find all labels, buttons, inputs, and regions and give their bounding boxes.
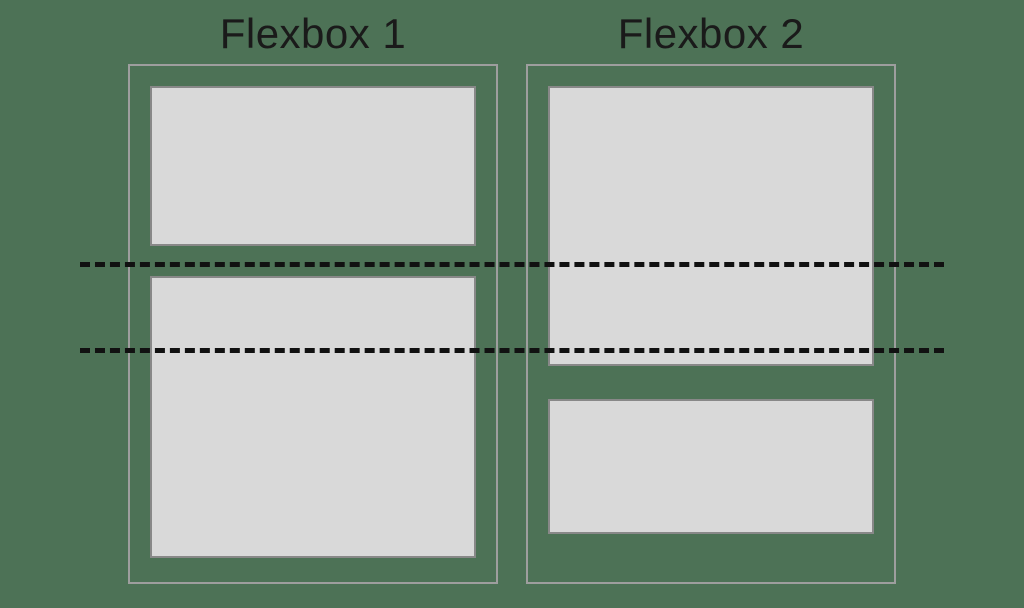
diagram-wrapper: Flexbox 1 Flexbox 2 [128, 10, 896, 584]
flexbox-1-item-bottom [150, 276, 476, 558]
flexbox-2-column: Flexbox 2 [526, 10, 896, 584]
flexbox-2-item-top [548, 86, 874, 366]
flexbox-2-container [526, 64, 896, 584]
flexbox-1-title: Flexbox 1 [220, 10, 407, 58]
flexbox-2-item-bottom [548, 399, 874, 534]
flexbox-1-item-top [150, 86, 476, 246]
flexbox-2-title: Flexbox 2 [618, 10, 805, 58]
flexbox-1-column: Flexbox 1 [128, 10, 498, 584]
flexbox-1-container [128, 64, 498, 584]
